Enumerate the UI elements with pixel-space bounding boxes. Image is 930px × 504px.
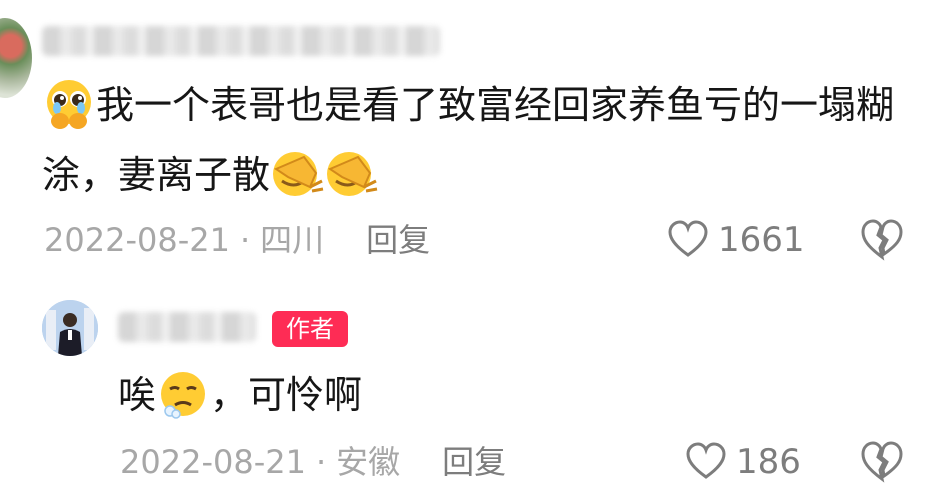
like-count: 186 xyxy=(736,442,801,482)
like-button[interactable]: 1661 xyxy=(668,216,805,264)
comment-location: 四川 xyxy=(260,221,325,259)
commenter-name-blurred[interactable] xyxy=(42,26,440,56)
heart-icon xyxy=(668,220,708,257)
separator-dot: · xyxy=(315,443,327,481)
author-badge: 作者 xyxy=(272,311,348,347)
sad-emoji xyxy=(156,367,210,421)
broken-heart-icon[interactable] xyxy=(860,440,904,484)
comment-text: 我一个表哥也是看了致富经回家养鱼亏的一塌糊涂，妻离子散 xyxy=(42,70,912,210)
author-avatar[interactable] xyxy=(42,300,98,356)
reply-button[interactable]: 回复 xyxy=(366,221,430,259)
reply-button[interactable]: 回复 xyxy=(442,443,506,481)
separator-dot: · xyxy=(239,221,251,259)
commenter-avatar[interactable] xyxy=(0,18,32,98)
broken-heart-icon[interactable] xyxy=(860,218,904,262)
comment-meta: 2022-08-21 · 四川 回复 xyxy=(44,216,564,264)
reply-text: 唉 ，可怜啊 xyxy=(118,360,818,430)
pleading-hands-emoji xyxy=(42,77,96,131)
reply-meta: 2022-08-21 · 安徽 回复 xyxy=(120,438,640,486)
reply-location: 安徽 xyxy=(336,443,401,481)
facepalm-emoji xyxy=(324,147,378,201)
reply-date: 2022-08-21 xyxy=(120,443,306,481)
like-button[interactable]: 186 xyxy=(686,438,801,486)
facepalm-emoji xyxy=(270,147,324,201)
comment-date: 2022-08-21 xyxy=(44,221,230,259)
author-name-blurred[interactable] xyxy=(118,312,256,342)
heart-icon xyxy=(686,442,726,479)
like-count: 1661 xyxy=(718,220,805,260)
